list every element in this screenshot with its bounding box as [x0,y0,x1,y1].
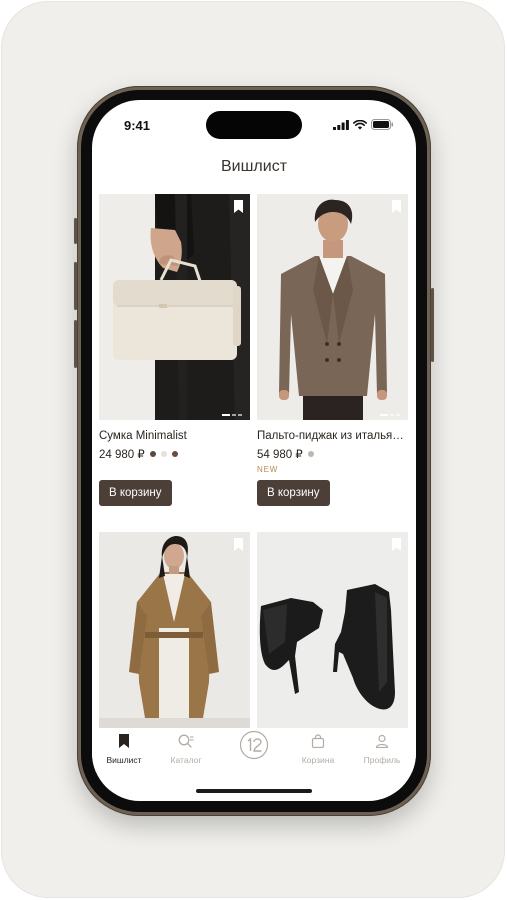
add-to-cart-button[interactable]: В корзину [257,480,330,506]
tab-label: Вишлист [106,755,142,765]
product-price: 54 980 ₽ [257,449,303,461]
bookmark-icon [119,734,129,748]
bookmark-icon[interactable] [392,200,401,218]
status-icons [333,119,394,130]
product-photo-coat[interactable] [257,194,408,420]
brand-logo-icon [239,730,269,760]
product-name[interactable]: Сумка Minimalist [99,430,250,442]
color-swatch[interactable] [160,451,167,457]
tab-catalog[interactable]: Каталог [156,734,216,765]
bookmark-icon[interactable] [234,538,243,556]
phone-screen: 9:41 Вишлист Сумка Minimalist 24 980 ₽ В… [92,100,416,801]
home-indicator[interactable] [196,789,312,793]
cellular-signal-icon [333,119,349,130]
tab-wishlist[interactable]: Вишлист [94,734,154,765]
volume-up-button [74,262,77,310]
tab-label: Корзина [301,755,335,765]
bottom-tab-bar: Вишлист Каталог Корзина Профиль [92,728,416,772]
tab-profile[interactable]: Профиль [352,734,412,765]
color-swatch[interactable] [149,451,156,457]
bookmark-icon[interactable] [392,538,401,556]
tab-cart[interactable]: Корзина [288,734,348,765]
user-icon [375,734,389,749]
color-swatch[interactable] [307,451,314,457]
product-photo-boots[interactable] [257,532,408,728]
volume-down-button [74,320,77,368]
search-icon [178,734,194,748]
tab-label: Каталог [170,755,202,765]
page-title: Вишлист [220,158,288,175]
product-price: 24 980 ₽ [99,449,145,461]
product-name[interactable]: Пальто-пиджак из итальянской шерсти [257,430,408,442]
tab-home-logo[interactable] [224,730,284,765]
new-badge: NEW [257,465,279,474]
product-photo-trench[interactable] [99,532,250,728]
bookmark-icon[interactable] [234,200,243,218]
photo-pager [380,414,400,416]
bag-icon [311,734,325,749]
mute-switch [74,218,77,244]
dynamic-island [206,111,302,139]
add-to-cart-button[interactable]: В корзину [99,480,172,506]
product-price-row: 54 980 ₽ [257,447,314,461]
product-photo-bag[interactable] [99,194,250,420]
photo-pager [222,414,242,416]
power-button [431,288,434,362]
color-swatch[interactable] [171,451,178,457]
tab-label: Профиль [363,755,401,765]
status-time: 9:41 [124,118,151,133]
battery-icon [371,119,394,130]
wifi-icon [353,119,367,130]
product-price-row: 24 980 ₽ [99,447,178,461]
